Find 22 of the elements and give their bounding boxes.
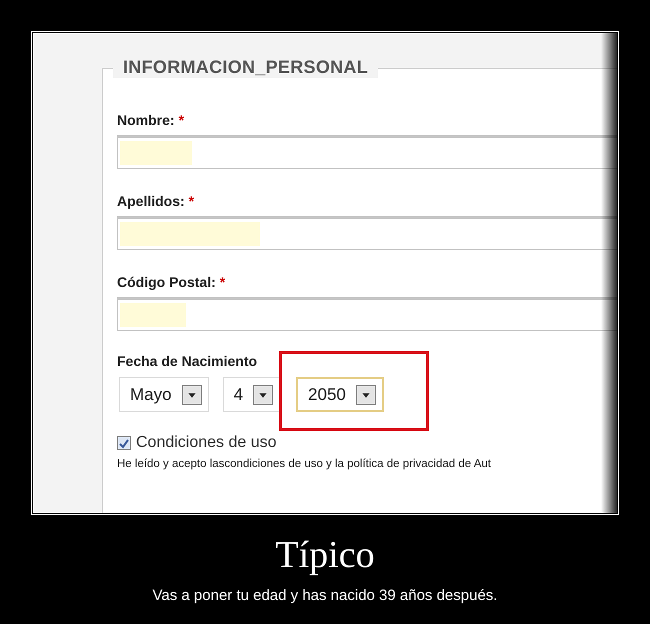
caret-icon <box>182 384 202 404</box>
caret-icon <box>356 384 376 404</box>
required-mark: * <box>178 112 184 128</box>
dropdown[interactable]: 2050 <box>296 377 384 412</box>
input-field[interactable] <box>117 297 617 331</box>
field-label: Fecha de Nacimiento <box>117 353 258 369</box>
input-field[interactable] <box>117 216 617 250</box>
required-mark: * <box>220 274 226 290</box>
dropdown[interactable]: 4 <box>222 377 280 412</box>
poster-title: Típico <box>274 533 376 577</box>
poster-caption: Vas a poner tu edad y has nacido 39 años después. <box>152 587 498 604</box>
terms-text: He leído y acepto lascondiciones de uso y la política de privacidad de Aut <box>117 458 492 470</box>
caret-icon <box>253 384 274 404</box>
field-label: Código Postal: <box>117 274 216 290</box>
field-label: Apellidos: <box>117 193 185 209</box>
checkbox-label: Condiciones de uso <box>136 434 277 452</box>
field-label: Nombre: <box>117 112 175 128</box>
dropdown[interactable]: Mayo <box>119 377 209 412</box>
checkbox[interactable] <box>117 436 131 450</box>
input-field[interactable] <box>117 135 617 169</box>
section-legend: INFORMACION_PERSONAL <box>113 57 378 78</box>
required-mark: * <box>188 193 194 209</box>
